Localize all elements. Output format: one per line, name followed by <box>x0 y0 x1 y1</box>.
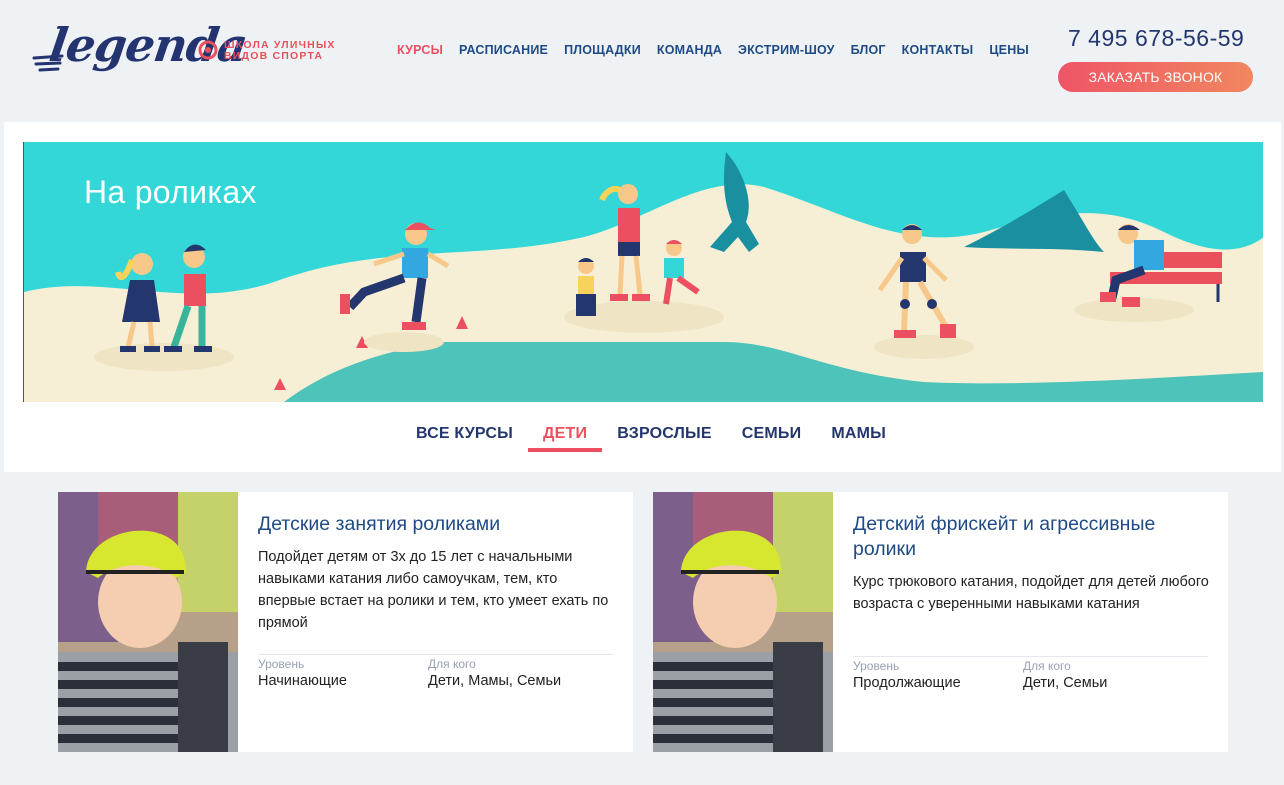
hero-banner: На роликах <box>23 142 1263 402</box>
course-description: Курс трюкового катания, подойдет для дет… <box>853 574 1209 612</box>
nav-extreme-show[interactable]: ЭКСТРИМ-ШОУ <box>738 43 835 57</box>
course-meta: Уровень Продолжающие Для кого Дети, Семь… <box>853 656 1208 693</box>
audience-value: Дети, Мамы, Семьи <box>428 673 562 689</box>
level-value: Продолжающие <box>853 675 961 691</box>
level-label: Уровень <box>258 657 305 671</box>
child-helmet-photo <box>653 492 833 752</box>
nav-contacts[interactable]: КОНТАКТЫ <box>902 43 974 57</box>
tab-moms[interactable]: МАМЫ <box>816 424 901 452</box>
level-column: Уровень Начинающие <box>258 657 428 691</box>
site-logo[interactable]: legenda школа уличных видов спорта <box>32 18 342 86</box>
audience-label: Для кого <box>428 657 476 671</box>
course-card-body: Детский фрискейт и агрессивные ролики Ку… <box>853 512 1213 615</box>
course-card-body: Детские занятия роликами Подойдет детям … <box>258 512 618 634</box>
nav-venues[interactable]: ПЛОЩАДКИ <box>564 43 641 57</box>
course-panel: На роликах ВСЕ КУРСЫ ДЕТИ ВЗРОСЛЫЕ СЕМЬИ… <box>4 122 1281 472</box>
course-photo[interactable] <box>58 492 238 752</box>
target-icon <box>198 40 218 60</box>
nav-prices[interactable]: ЦЕНЫ <box>989 43 1029 57</box>
nav-team[interactable]: КОМАНДА <box>657 43 722 57</box>
audience-column: Для кого Дети, Мамы, Семьи <box>428 657 598 691</box>
course-title[interactable]: Детские занятия роликами <box>258 512 618 537</box>
audience-tabs: ВСЕ КУРСЫ ДЕТИ ВЗРОСЛЫЕ СЕМЬИ МАМЫ <box>401 424 901 452</box>
tab-kids[interactable]: ДЕТИ <box>528 424 603 452</box>
child-helmet-photo <box>58 492 238 752</box>
site-header: legenda школа уличных видов спорта КУРСЫ… <box>0 0 1284 122</box>
tagline-line-2: видов спорта <box>224 50 324 62</box>
nav-schedule[interactable]: РАСПИСАНИЕ <box>459 43 548 57</box>
tab-all-courses[interactable]: ВСЕ КУРСЫ <box>401 424 528 452</box>
course-meta: Уровень Начинающие Для кого Дети, Мамы, … <box>258 654 613 691</box>
tab-families[interactable]: СЕМЬИ <box>727 424 817 452</box>
audience-column: Для кого Дети, Семьи <box>1023 659 1193 693</box>
main-nav: КУРСЫ РАСПИСАНИЕ ПЛОЩАДКИ КОМАНДА ЭКСТРИ… <box>397 43 1029 57</box>
course-photo[interactable] <box>653 492 833 752</box>
nav-blog[interactable]: БЛОГ <box>851 43 886 57</box>
course-card[interactable]: Детский фрискейт и агрессивные ролики Ку… <box>653 492 1228 752</box>
callback-button[interactable]: ЗАКАЗАТЬ ЗВОНОК <box>1058 62 1253 92</box>
phone-number[interactable]: 7 495 678-56-59 <box>1068 25 1244 52</box>
audience-label: Для кого <box>1023 659 1071 673</box>
level-label: Уровень <box>853 659 900 673</box>
nav-courses[interactable]: КУРСЫ <box>397 43 443 57</box>
course-card[interactable]: Детские занятия роликами Подойдет детям … <box>58 492 633 752</box>
course-title[interactable]: Детский фрискейт и агрессивные ролики <box>853 512 1213 562</box>
course-description: Подойдет детям от 3х до 15 лет с начальн… <box>258 549 609 631</box>
tab-adults[interactable]: ВЗРОСЛЫЕ <box>602 424 727 452</box>
logo-tagline: школа уличных видов спорта <box>224 40 354 62</box>
level-column: Уровень Продолжающие <box>853 659 1023 693</box>
level-value: Начинающие <box>258 673 347 689</box>
page-title: На роликах <box>84 174 257 210</box>
logo-wordmark: legenda <box>46 18 251 72</box>
audience-value: Дети, Семьи <box>1023 675 1108 691</box>
